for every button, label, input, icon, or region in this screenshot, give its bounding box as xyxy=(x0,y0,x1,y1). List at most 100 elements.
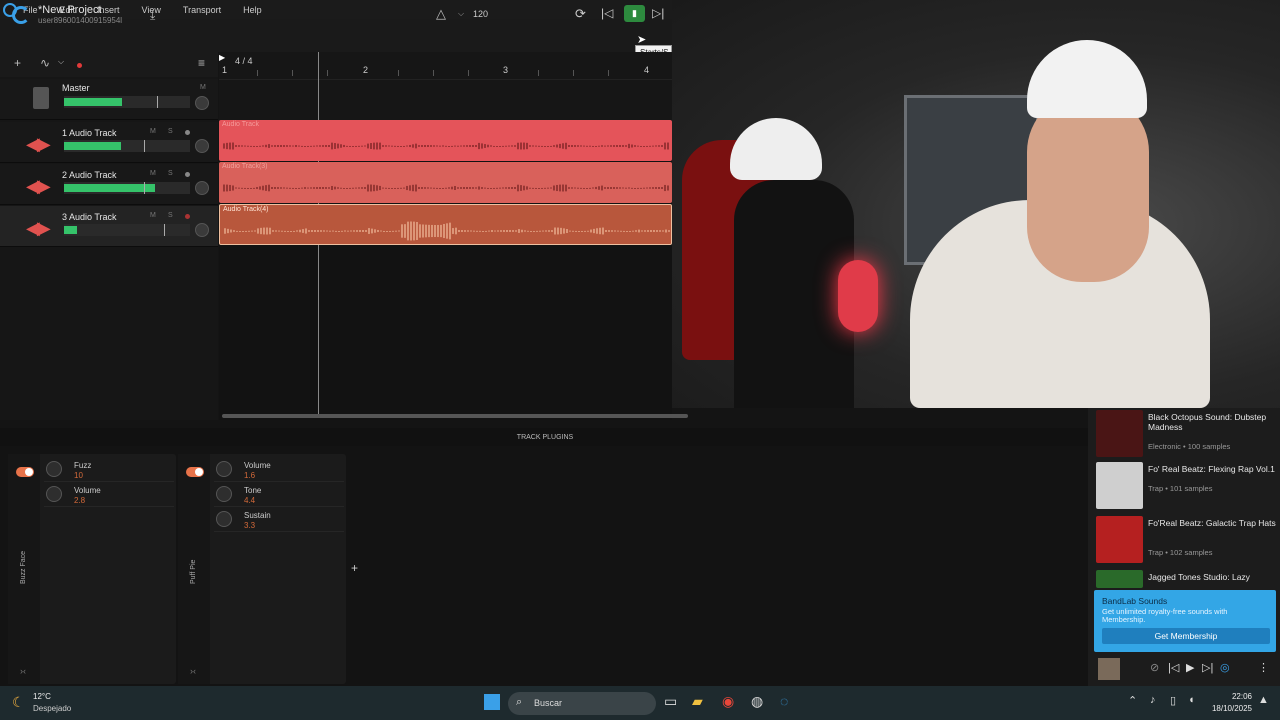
audio-clip[interactable]: Audio Track(4) xyxy=(219,204,672,245)
pan-knob[interactable] xyxy=(195,223,209,237)
search-placeholder: Buscar xyxy=(534,698,563,708)
play-button[interactable]: ▮ xyxy=(624,5,645,22)
chevron-down-icon[interactable]: ⌵ xyxy=(458,9,464,19)
waveform-icon: ◀▶ xyxy=(26,134,51,154)
pack-title[interactable]: Fo' Real Beatz: Flexing Rap Vol.1 xyxy=(1148,464,1276,474)
project-title[interactable]: *New Project xyxy=(38,4,102,16)
notification-icon[interactable]: ▲ xyxy=(1258,694,1269,706)
track-meter[interactable] xyxy=(64,224,190,236)
play-icon[interactable]: ▶ xyxy=(1186,661,1194,674)
link-icon[interactable]: ⊘ xyxy=(1150,661,1159,674)
skip-forward-icon[interactable]: ▷| xyxy=(1202,661,1213,674)
plugin-toggle[interactable] xyxy=(186,467,204,477)
mute-button[interactable]: M xyxy=(150,212,156,219)
bar-number: 3 xyxy=(503,65,509,75)
mouse-cursor-icon: ➤ xyxy=(637,34,647,46)
automation-icon[interactable]: ∿ xyxy=(40,56,50,70)
skip-forward-icon[interactable]: ▷| xyxy=(652,6,664,20)
track-name[interactable]: 3 Audio Track xyxy=(62,212,117,222)
pan-knob[interactable] xyxy=(195,181,209,195)
plugin-puff-pie[interactable]: Volume 1.6 Tone 4.4 Sustain 3.3 Puff Pie… xyxy=(178,454,346,684)
task-view-icon[interactable]: ▭ xyxy=(664,693,677,710)
track-header-3[interactable]: ◀▶ 3 Audio Track M S xyxy=(0,206,218,247)
knob-icon[interactable] xyxy=(46,486,62,502)
skip-back-icon[interactable]: |◁ xyxy=(1168,661,1179,674)
param-fuzz[interactable]: Fuzz 10 xyxy=(44,458,174,482)
bandlab-taskbar-icon[interactable]: ◌ xyxy=(780,693,788,709)
master-track[interactable]: Master M xyxy=(0,79,218,120)
collapse-icon[interactable]: ›‹ xyxy=(190,666,196,676)
record-dot-icon[interactable] xyxy=(77,63,82,68)
clock-time[interactable]: 22:06 xyxy=(1212,692,1252,701)
taskbar-search[interactable]: ⌕ Buscar xyxy=(508,692,656,715)
audio-clip[interactable]: Audio Track xyxy=(219,120,672,161)
solo-button[interactable]: S xyxy=(168,128,173,135)
collapse-icon[interactable]: ›‹ xyxy=(20,666,26,676)
mute-button[interactable]: M xyxy=(150,128,156,135)
record-arm-icon[interactable] xyxy=(185,130,190,135)
track-header-1[interactable]: ◀▶ 1 Audio Track M S xyxy=(0,122,218,163)
sound-pack-item[interactable]: Fo'Real Beatz: Galactic Trap Hats Trap • … xyxy=(1096,516,1278,566)
master-label: Master xyxy=(62,83,90,93)
chrome-icon[interactable]: ◉ xyxy=(722,693,734,710)
track-header-2[interactable]: ◀▶ 2 Audio Track M S xyxy=(0,164,218,205)
loop-icon[interactable]: ⟳ xyxy=(575,6,586,22)
track-name[interactable]: 2 Audio Track xyxy=(62,170,117,180)
master-mute[interactable]: M xyxy=(200,84,206,91)
menu-help[interactable]: Help xyxy=(243,5,262,15)
master-pan-knob[interactable] xyxy=(195,96,209,110)
plugin-toggle[interactable] xyxy=(16,467,34,477)
clock-date[interactable]: 18/10/2025 xyxy=(1200,704,1252,713)
sound-pack-item[interactable]: Black Octopus Sound: Dubstep Madness Elec… xyxy=(1096,410,1278,460)
add-plugin-icon[interactable]: + xyxy=(351,561,358,575)
get-membership-button[interactable]: Get Membership xyxy=(1102,628,1270,644)
menu-transport[interactable]: Transport xyxy=(183,5,221,15)
sound-pack-item[interactable]: Jagged Tones Studio: Lazy xyxy=(1096,570,1278,620)
microphone-icon[interactable]: ♪ xyxy=(1150,694,1156,706)
file-explorer-icon[interactable]: ▰ xyxy=(692,693,703,710)
param-volume[interactable]: Volume 2.8 xyxy=(44,483,174,507)
windows-start-icon[interactable] xyxy=(484,694,500,710)
pack-title[interactable]: Fo'Real Beatz: Galactic Trap Hats xyxy=(1148,518,1276,528)
track-meter[interactable] xyxy=(64,140,190,152)
pack-title[interactable]: Jagged Tones Studio: Lazy xyxy=(1148,572,1276,582)
download-icon[interactable]: ⤓ xyxy=(150,8,155,23)
sound-pack-item[interactable]: Fo' Real Beatz: Flexing Rap Vol.1 Trap • … xyxy=(1096,462,1278,512)
chevron-down-icon[interactable]: ⌵ xyxy=(58,57,64,67)
record-arm-icon[interactable] xyxy=(185,172,190,177)
more-icon[interactable]: ⋮ xyxy=(1258,661,1269,674)
audio-clip[interactable]: Audio Track(3) xyxy=(219,162,672,203)
knob-icon[interactable] xyxy=(216,461,232,477)
pack-title[interactable]: Black Octopus Sound: Dubstep Madness xyxy=(1148,412,1276,432)
timeline-ruler[interactable]: ▶ 4 / 4 xyxy=(219,52,672,80)
param-volume[interactable]: Volume 1.6 xyxy=(214,458,344,482)
menu-lines-icon[interactable]: ≡ xyxy=(198,56,205,70)
pack-subtitle: Trap • 101 samples xyxy=(1148,484,1213,493)
metronome-icon[interactable]: △ xyxy=(436,6,446,22)
knob-icon[interactable] xyxy=(216,511,232,527)
waveform-icon: ◀▶ xyxy=(26,218,51,238)
solo-button[interactable]: S xyxy=(168,212,173,219)
obs-icon[interactable]: ◍ xyxy=(751,693,763,710)
track-meter[interactable] xyxy=(64,182,190,194)
volume-icon[interactable]: ◖ xyxy=(1188,694,1195,706)
weather-moon-icon[interactable]: ☾ xyxy=(12,694,25,711)
playhead-marker-icon[interactable]: ▶ xyxy=(219,53,225,62)
param-sustain[interactable]: Sustain 3.3 xyxy=(214,508,344,532)
record-arm-icon[interactable] xyxy=(185,214,190,219)
mute-button[interactable]: M xyxy=(150,170,156,177)
add-track-icon[interactable]: + xyxy=(14,56,21,70)
horizontal-scrollbar[interactable] xyxy=(222,414,688,418)
network-icon[interactable]: ▯ xyxy=(1170,694,1176,707)
param-tone[interactable]: Tone 4.4 xyxy=(214,483,344,507)
skip-back-icon[interactable]: |◁ xyxy=(601,6,613,20)
sync-icon[interactable]: ◎ xyxy=(1220,661,1230,674)
solo-button[interactable]: S xyxy=(168,170,173,177)
plugin-buzz-face[interactable]: Fuzz 10 Volume 2.8 Buzz Face ›‹ xyxy=(8,454,176,684)
track-name[interactable]: 1 Audio Track xyxy=(62,128,117,138)
pan-knob[interactable] xyxy=(195,139,209,153)
bpm-value[interactable]: 120 xyxy=(473,9,488,19)
knob-icon[interactable] xyxy=(46,461,62,477)
knob-icon[interactable] xyxy=(216,486,232,502)
chevron-up-icon[interactable]: ⌃ xyxy=(1128,694,1137,707)
